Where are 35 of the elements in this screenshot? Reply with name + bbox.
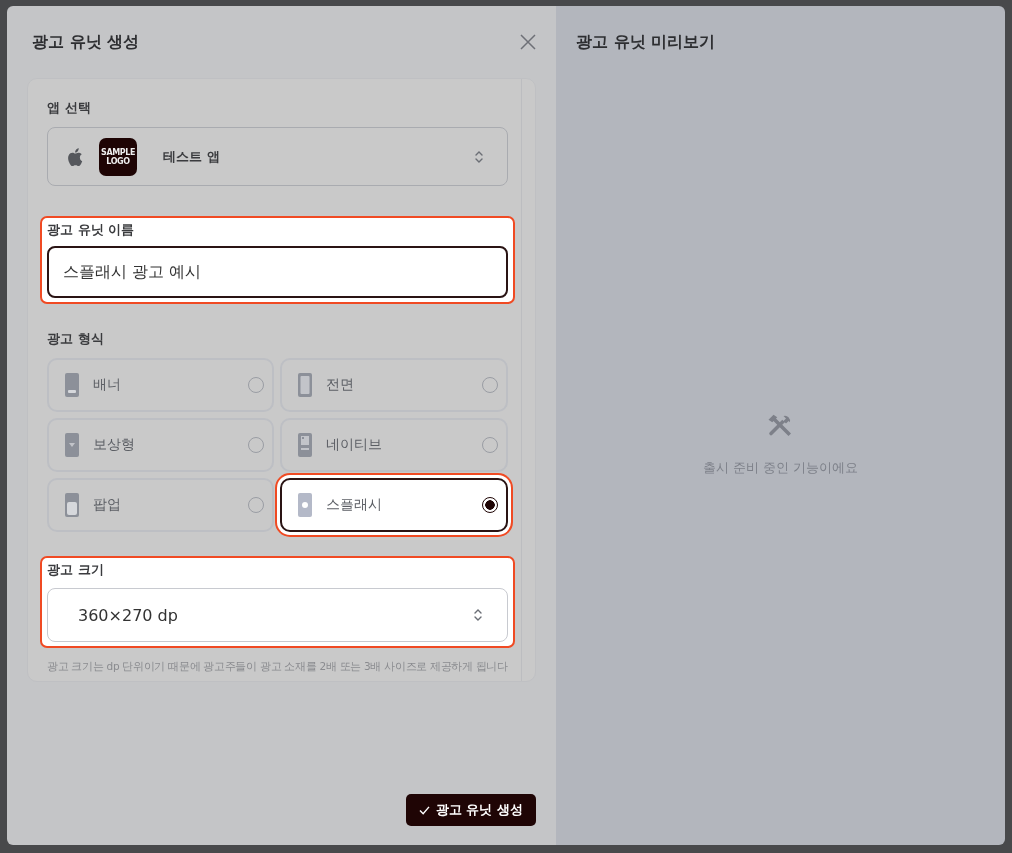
chevron-updown-icon [473,608,482,622]
option-label: 보상형 [93,436,136,454]
field-label: 광고 형식 [47,330,105,348]
preview-title: 광고 유닛 미리보기 [576,32,717,53]
app-name: 테스트 앱 [163,147,221,166]
close-icon[interactable] [518,32,538,52]
field-label: 앱 선택 [47,99,92,117]
option-label: 배너 [93,376,122,394]
phone-icon [297,432,314,458]
format-option[interactable]: 전면 [280,358,508,412]
field-label: 광고 유닛 이름 [47,221,136,239]
radio-button[interactable] [481,497,498,513]
size-select[interactable]: 360×270 dp [47,588,508,642]
size-value: 360×270 dp [78,605,179,625]
option-label: 전면 [326,376,356,394]
phone-icon [297,492,314,518]
field-label: 광고 크기 [47,561,105,579]
format-option[interactable]: 보상형 [47,418,275,472]
option-label: 스플래시 [326,496,384,514]
logo-text: SAMPLE LOGO [100,147,136,166]
option-label: 팝업 [93,496,122,514]
create-button[interactable]: 광고 유닛 생성 [405,794,536,826]
app-select[interactable]: SAMPLE LOGO 테스트 앱 [47,127,508,186]
phone-icon [297,372,314,398]
phone-icon [64,432,80,458]
check-icon [418,805,430,815]
dialog-title: 광고 유닛 생성 [31,31,140,53]
name-input[interactable]: 스플래시 광고 예시 [47,246,508,298]
chevron-updown-icon [474,149,483,164]
format-option[interactable]: 팝업 [47,478,275,532]
apple-logo-icon [67,147,83,166]
phone-icon [64,372,80,398]
format-option[interactable]: 배너 [47,358,275,412]
option-label: 네이티브 [326,436,384,454]
phone-icon [64,492,80,518]
